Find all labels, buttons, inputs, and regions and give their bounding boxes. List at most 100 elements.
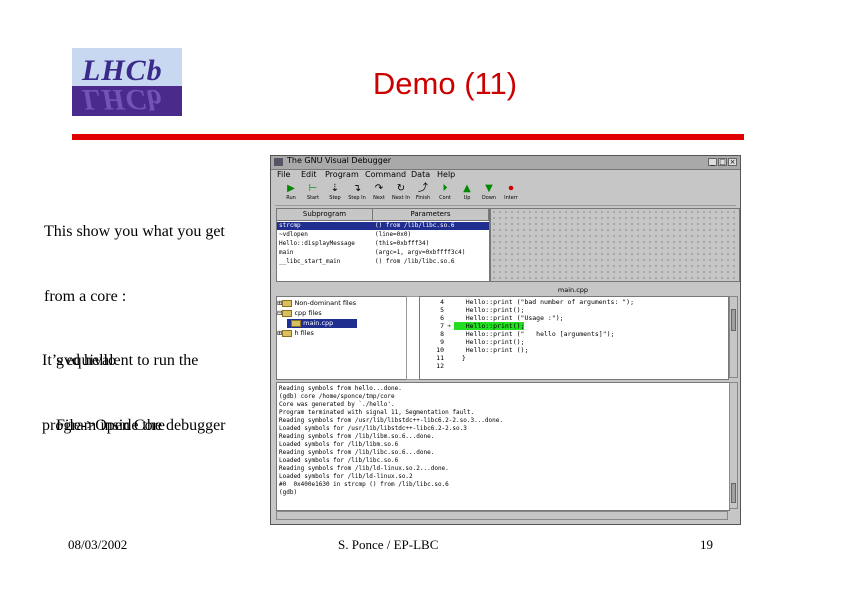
data-canvas[interactable] [490,208,740,282]
menu-data[interactable]: Data [411,170,430,179]
stack-row[interactable]: main (argc=1, argv=0xbffff3c4) [277,249,489,257]
step-in-button[interactable]: ↴ Step In [347,183,367,204]
current-line-arrow-icon: ➜ [447,322,451,330]
start-button[interactable]: ⊢ Start [303,183,323,204]
up-button[interactable]: ▲ Up [457,183,477,204]
console-horizontal-scrollbar[interactable] [276,511,728,520]
console-line: #0 0x400e1630 in strcmp () from /lib/lib… [279,481,449,488]
source-file-title: main.cpp [557,286,589,294]
run-icon: ▶ [287,183,295,194]
folder-icon [282,299,293,307]
menu-file[interactable]: File [277,170,290,179]
debugger-toolbar: ▶ Run ⊢ Start ⇣ Step ↴ Step In ↷ Next ↻ Next I… [275,183,736,206]
description-paragraph-2: It’s equivalent to run the program insid… [42,307,226,458]
console-line: Loaded symbols for /lib/ld-linux.so.2 [279,473,413,480]
scrollbar-thumb[interactable] [731,483,736,503]
folder-icon [282,309,293,317]
description-line: program inside the debugger [42,416,226,434]
cont-icon: ⏵ [442,183,448,194]
code-line[interactable]: 8 Hello::print (" hello [arguments]"); [420,330,720,338]
footer-date: 08/03/2002 [68,537,128,552]
description-line: from a core : [44,287,127,305]
step-icon: ⇣ [330,183,340,194]
menu-command[interactable]: Command [365,170,406,179]
window-titlebar[interactable]: The GNU Visual Debugger _ □ × [271,156,740,170]
next-button[interactable]: ↷ Next [369,183,389,204]
menu-program[interactable]: Program [325,170,359,179]
next-icon: ↷ [374,183,384,194]
lhcb-logo: LHCb LHCb [72,48,182,116]
run-button[interactable]: ▶ Run [281,183,301,204]
call-stack-pane: Subprogram Parameters strcmp() from /lib… [276,208,490,282]
stack-row[interactable]: __libc_start_main() from /lib/libc.so.6 [277,258,489,266]
description-line: This show you what you get [44,223,225,240]
code-line[interactable]: 11 } [420,354,720,362]
stack-row[interactable]: Hello::displayMessage (this=0xbfff34) [277,240,489,248]
console-prompt: (gdb) [279,489,298,496]
folder-icon [282,329,293,337]
console-line: Core was generated by `./hello'. [279,401,395,408]
interrupt-icon: ⏺ [508,183,514,194]
file-icon [291,319,302,327]
menu-edit[interactable]: Edit [301,170,317,179]
scrollbar-thumb[interactable] [731,309,736,331]
tree-item[interactable]: ⊟ cpp files [277,309,322,318]
footer-author: S. Ponce / EP-LBC [338,537,439,552]
maximize-icon[interactable]: □ [718,158,727,166]
stack-row[interactable]: strcmp() from /lib/libc.so.6 [277,222,489,230]
start-icon: ⊢ [308,183,318,194]
close-icon[interactable]: × [728,158,737,166]
step-button[interactable]: ⇣ Step [325,183,345,204]
page-number: 19 [700,537,713,552]
down-button[interactable]: ▼ Down [479,183,499,204]
console-line: Reading symbols from hello...done. [279,385,402,392]
breakpoint-gutter[interactable] [406,296,420,380]
code-line[interactable]: 12 [420,362,720,370]
finish-button[interactable]: ⤴ Finish [413,183,433,204]
file-explorer-tree: ⊞ Non-dominant files ⊟ cpp files main.cpp … [276,296,408,380]
gdb-console[interactable]: Reading symbols from hello...done. (gdb)… [276,382,730,511]
console-line: Loaded symbols for /usr/lib/libstdc++-li… [279,425,467,432]
code-line[interactable]: 4 Hello::print ("bad number of arguments… [420,298,720,306]
window-title: The GNU Visual Debugger [287,156,392,165]
menu-bar: File Edit Program Command Data Help [271,170,740,182]
window-menu-icon[interactable] [274,158,283,166]
source-code-pane[interactable]: 4 Hello::print ("bad number of arguments… [419,296,729,380]
code-line[interactable]: 6 Hello::print ("Usage :"); [420,314,720,322]
title-divider [72,134,744,140]
code-line-current[interactable]: 7 ➜ Hello::print(); [420,322,720,330]
console-line: Loaded symbols for /lib/libc.so.6 [279,457,399,464]
up-icon: ▲ [463,183,471,194]
source-scrollbar[interactable] [729,296,738,378]
cont-button[interactable]: ⏵ Cont [435,183,455,204]
tree-item[interactable]: ⊞ Non-dominant files [277,299,356,308]
tree-item[interactable]: ⊞ h files [277,329,314,338]
code-line[interactable]: 5 Hello::print(); [420,306,720,314]
stack-row[interactable]: ~vdlopen (line=0x0) [277,231,489,239]
console-line: Reading symbols from /lib/libc.so.6...do… [279,449,435,456]
parameters-column-header[interactable]: Parameters [373,209,489,221]
console-line: Program terminated with signal 11, Segme… [279,409,475,416]
next-in-button[interactable]: ↻ Next In [391,183,411,204]
slide-title: Demo (11) [372,66,518,101]
description-line: It’s equivalent to run the [42,352,199,369]
tree-item-selected[interactable]: main.cpp [287,319,357,328]
code-line[interactable]: 10 Hello::print (); [420,346,720,354]
down-icon: ▼ [485,183,493,194]
subprogram-column-header[interactable]: Subprogram [277,209,373,221]
finish-icon: ⤴ [418,183,428,194]
console-scrollbar[interactable] [729,382,738,509]
gvd-debugger-window: The GNU Visual Debugger _ □ × File Edit … [270,155,741,525]
logo-text-reflection: LHCb [82,83,163,116]
console-line: (gdb) core /home/sponce/tmp/core [279,393,395,400]
interrupt-button[interactable]: ⏺ Interr [501,183,521,204]
console-line: Loaded symbols for /lib/libm.so.6 [279,441,399,448]
console-line: Reading symbols from /lib/libm.so.6...do… [279,433,435,440]
minimize-icon[interactable]: _ [708,158,717,166]
menu-help[interactable]: Help [437,170,455,179]
console-line: Reading symbols from /lib/ld-linux.so.2.… [279,465,449,472]
code-line[interactable]: 9 Hello::print(); [420,338,720,346]
next-in-icon: ↻ [396,183,406,194]
step-in-icon: ↴ [352,183,362,194]
console-line: Reading symbols from /usr/lib/libstdc++-… [279,417,503,424]
